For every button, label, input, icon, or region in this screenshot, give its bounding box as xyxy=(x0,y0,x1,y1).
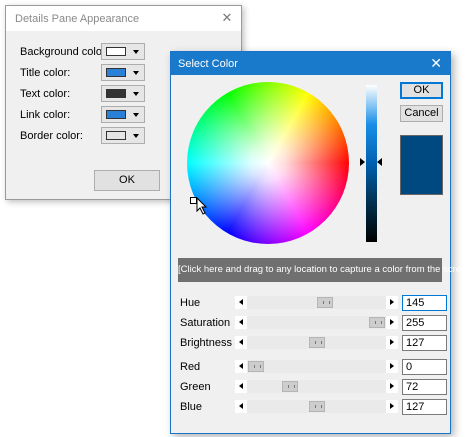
select-color-ok-button[interactable]: OK xyxy=(400,82,443,99)
hue-label: Hue xyxy=(180,297,201,309)
green-decrease-button[interactable] xyxy=(235,380,247,393)
grip-icon xyxy=(254,365,261,368)
hue-input[interactable]: 145 xyxy=(402,295,447,311)
saturation-input[interactable]: 255 xyxy=(402,315,447,331)
blue-input[interactable]: 127 xyxy=(402,399,447,415)
brightness-slider-thumb[interactable] xyxy=(309,337,325,348)
select-color-title: Select Color xyxy=(178,58,238,70)
details-dialog-title: Details Pane Appearance xyxy=(15,13,140,25)
hue-increase-button[interactable] xyxy=(386,296,398,309)
arrow-right-icon xyxy=(390,339,394,345)
grip-icon xyxy=(323,301,330,304)
background-color-label: Background color: xyxy=(20,46,109,58)
border-color-swatch xyxy=(106,131,126,140)
arrow-left-icon xyxy=(239,403,243,409)
chevron-down-icon xyxy=(133,71,139,75)
border-color-label: Border color: xyxy=(20,130,83,142)
background-color-picker-button[interactable] xyxy=(101,43,145,60)
arrow-right-icon xyxy=(390,383,394,389)
grip-icon xyxy=(375,321,382,324)
brightness-decrease-button[interactable] xyxy=(235,336,247,349)
color-wheel[interactable] xyxy=(187,82,349,244)
red-label: Red xyxy=(180,361,201,373)
link-color-picker-button[interactable] xyxy=(101,106,145,123)
brightness-row: Brightness 127 xyxy=(180,335,447,351)
mouse-pointer-icon xyxy=(196,197,208,215)
red-slider-thumb[interactable] xyxy=(248,361,264,372)
brightness-marker-left-icon[interactable] xyxy=(360,158,365,166)
arrow-right-icon xyxy=(390,403,394,409)
green-increase-button[interactable] xyxy=(386,380,398,393)
chevron-down-icon xyxy=(133,50,139,54)
brightness-increase-button[interactable] xyxy=(386,336,398,349)
brightness-bar[interactable] xyxy=(366,85,377,242)
brightness-slider[interactable] xyxy=(235,336,398,349)
arrow-right-icon xyxy=(390,299,394,305)
saturation-slider[interactable] xyxy=(235,316,398,329)
title-color-label: Title color: xyxy=(20,67,71,79)
hue-row: Hue 145 xyxy=(180,295,447,311)
chevron-down-icon xyxy=(133,92,139,96)
title-color-picker-button[interactable] xyxy=(101,64,145,81)
capture-color-area[interactable]: [Click here and drag to any location to … xyxy=(178,258,474,282)
select-color-close-icon[interactable]: ✕ xyxy=(430,55,442,71)
background-color-swatch xyxy=(106,47,126,56)
hue-slider[interactable] xyxy=(235,296,398,309)
brightness-marker-right-icon[interactable] xyxy=(377,158,382,166)
brightness-label: Brightness xyxy=(180,337,232,349)
red-row: Red 0 xyxy=(180,359,447,375)
text-color-swatch xyxy=(106,89,126,98)
saturation-label: Saturation xyxy=(180,317,231,329)
saturation-slider-thumb[interactable] xyxy=(369,317,385,328)
saturation-row: Saturation 255 xyxy=(180,315,447,331)
arrow-left-icon xyxy=(239,299,243,305)
arrow-right-icon xyxy=(390,319,394,325)
link-color-label: Link color: xyxy=(20,109,71,121)
select-color-cancel-button[interactable]: Cancel xyxy=(400,105,443,122)
blue-increase-button[interactable] xyxy=(386,400,398,413)
chevron-down-icon xyxy=(133,134,139,138)
grip-icon xyxy=(288,385,295,388)
blue-label: Blue xyxy=(180,401,203,413)
selected-color-preview xyxy=(400,135,443,195)
arrow-left-icon xyxy=(239,319,243,325)
green-label: Green xyxy=(180,381,211,393)
blue-slider[interactable] xyxy=(235,400,398,413)
brightness-input[interactable]: 127 xyxy=(402,335,447,351)
blue-row: Blue 127 xyxy=(180,399,447,415)
title-color-swatch xyxy=(106,68,126,77)
details-dialog-close-icon[interactable]: ✕ xyxy=(219,10,235,26)
hue-decrease-button[interactable] xyxy=(235,296,247,309)
grip-icon xyxy=(315,405,322,408)
green-row: Green 72 xyxy=(180,379,447,395)
green-slider-thumb[interactable] xyxy=(282,381,298,392)
arrow-right-icon xyxy=(390,363,394,369)
green-input[interactable]: 72 xyxy=(402,379,447,395)
select-color-dialog: Select Color ✕ OK Cancel [Click here and… xyxy=(170,51,474,434)
arrow-left-icon xyxy=(239,363,243,369)
hue-slider-thumb[interactable] xyxy=(317,297,333,308)
saturation-increase-button[interactable] xyxy=(386,316,398,329)
blue-decrease-button[interactable] xyxy=(235,400,247,413)
red-input[interactable]: 0 xyxy=(402,359,447,375)
chevron-down-icon xyxy=(133,113,139,117)
arrow-left-icon xyxy=(239,339,243,345)
red-increase-button[interactable] xyxy=(386,360,398,373)
red-slider[interactable] xyxy=(235,360,398,373)
border-color-picker-button[interactable] xyxy=(101,127,145,144)
green-slider[interactable] xyxy=(235,380,398,393)
text-color-label: Text color: xyxy=(20,88,71,100)
text-color-picker-button[interactable] xyxy=(101,85,145,102)
blue-slider-thumb[interactable] xyxy=(309,401,325,412)
select-color-titlebar[interactable]: Select Color ✕ xyxy=(171,52,450,75)
details-dialog-titlebar[interactable]: Details Pane Appearance ✕ xyxy=(6,6,241,31)
red-decrease-button[interactable] xyxy=(235,360,247,373)
link-color-swatch xyxy=(106,110,126,119)
grip-icon xyxy=(315,341,322,344)
saturation-decrease-button[interactable] xyxy=(235,316,247,329)
arrow-left-icon xyxy=(239,383,243,389)
details-ok-button[interactable]: OK xyxy=(94,170,160,191)
